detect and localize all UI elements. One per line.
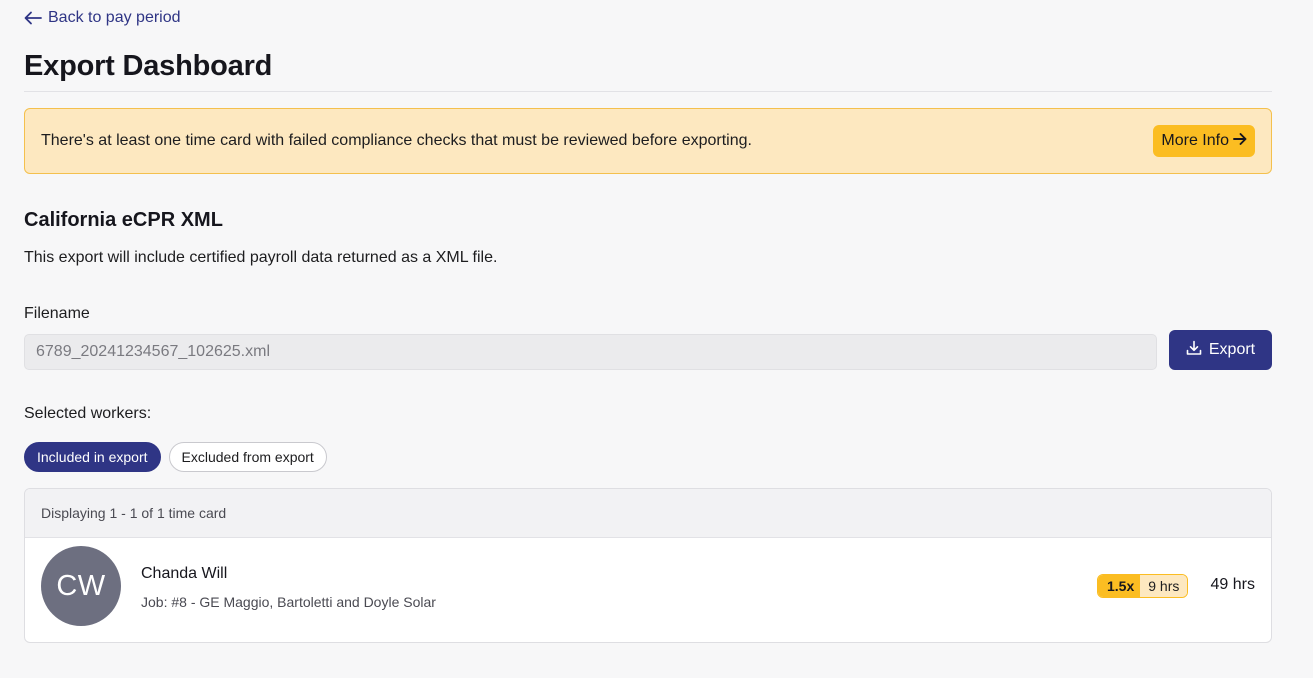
back-link-label: Back to pay period bbox=[48, 9, 181, 26]
rate-hours: 9 hrs bbox=[1140, 575, 1188, 597]
overtime-rate-badge: 1.5x 9 hrs bbox=[1097, 574, 1189, 598]
arrow-right-icon bbox=[1233, 132, 1247, 151]
rate-multiplier: 1.5x bbox=[1098, 575, 1141, 597]
export-button-label: Export bbox=[1208, 341, 1256, 358]
filename-label: Filename bbox=[24, 305, 90, 322]
tab-included-in-export[interactable]: Included in export bbox=[24, 442, 161, 472]
back-to-pay-period-link[interactable]: Back to pay period bbox=[24, 9, 181, 27]
worker-job: Job: #8 - GE Maggio, Bartoletti and Doyl… bbox=[141, 594, 436, 610]
arrow-left-icon bbox=[24, 11, 42, 25]
total-hours: 49 hrs bbox=[1210, 576, 1255, 593]
export-type-title: California eCPR XML bbox=[24, 209, 223, 231]
download-icon bbox=[1186, 340, 1202, 361]
filename-input[interactable] bbox=[24, 334, 1157, 370]
more-info-button[interactable]: More Info bbox=[1153, 125, 1255, 157]
avatar: CW bbox=[41, 546, 121, 626]
worker-name: Chanda Will bbox=[141, 565, 228, 582]
title-divider bbox=[24, 91, 1272, 92]
selected-workers-label: Selected workers: bbox=[24, 405, 152, 422]
export-button[interactable]: Export bbox=[1169, 330, 1272, 370]
alert-message: There's at least one time card with fail… bbox=[41, 132, 752, 149]
list-item[interactable]: CW Chanda Will Job: #8 - GE Maggio, Bart… bbox=[25, 538, 1271, 642]
more-info-label: More Info bbox=[1161, 132, 1229, 149]
page-title: Export Dashboard bbox=[24, 50, 273, 82]
compliance-warning-alert: There's at least one time card with fail… bbox=[24, 108, 1272, 174]
tab-excluded-from-export[interactable]: Excluded from export bbox=[168, 442, 327, 472]
export-filter-tabs: Included in export Excluded from export bbox=[24, 442, 327, 472]
export-description: This export will include certified payro… bbox=[24, 249, 498, 266]
time-card-list: Displaying 1 - 1 of 1 time card CW Chand… bbox=[24, 488, 1272, 643]
list-summary: Displaying 1 - 1 of 1 time card bbox=[25, 489, 1271, 538]
